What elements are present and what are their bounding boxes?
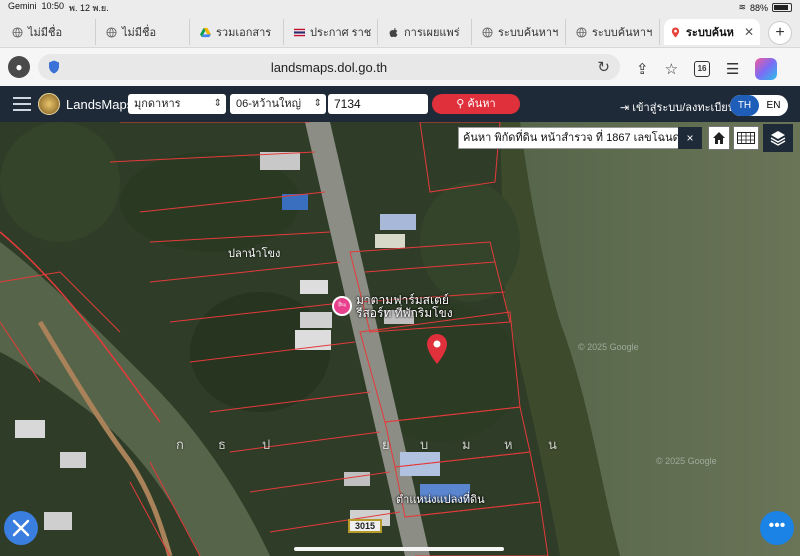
browser-tab[interactable]: ระบบค้นหาฯ xyxy=(570,19,660,45)
poi-label-line-2: รีสอร์ท ที่พักริมโขง xyxy=(356,306,453,320)
tab-label: ไม่มีชื่อ xyxy=(28,27,63,39)
subdistrict-letter: บ xyxy=(420,437,429,452)
globe-icon xyxy=(106,26,117,38)
province-value: มุกดาหาร xyxy=(134,98,181,110)
battery-icon xyxy=(772,3,792,12)
status-time: 10:50 xyxy=(41,0,65,11)
home-icon xyxy=(713,132,725,144)
brand-name: LandsMaps xyxy=(66,97,134,112)
browser-tab[interactable]: รวมเอกสาร xyxy=(194,19,284,45)
hamburger-menu-icon[interactable] xyxy=(13,97,31,111)
map-watermark: © 2025 Google xyxy=(656,456,717,466)
subdistrict-letter: ม xyxy=(462,437,471,452)
browser-tab[interactable]: ประกาศ ราช xyxy=(288,19,378,45)
browser-tab[interactable]: ระบบค้นหาฯ xyxy=(476,19,566,45)
profile-avatar-icon[interactable]: ● xyxy=(8,56,30,78)
subdistrict-letter: ห xyxy=(504,437,513,452)
home-indicator xyxy=(294,547,504,551)
login-icon: ⇥ xyxy=(620,102,630,114)
url-text: landsmaps.dol.go.th xyxy=(270,59,388,75)
globe-icon xyxy=(482,26,493,38)
carrier-label: Gemini xyxy=(8,0,37,11)
language-toggle[interactable]: TH EN xyxy=(730,95,788,116)
location-pin-icon xyxy=(671,26,680,38)
login-label: เข้าสู่ระบบ/ลงทะเบียน xyxy=(632,102,736,114)
place-label: ปลานำโขง xyxy=(228,248,281,260)
app-header: LandsMaps มุกดาหาร ⇕ 06-หว้านใหญ่ ⇕ 7134… xyxy=(0,86,800,122)
map-watermark: © 2025 Google xyxy=(578,342,639,352)
marker-label: ตำแหน่งแปลงที่ดิน xyxy=(396,494,485,506)
tab-label: ระบบค้นหาฯ xyxy=(498,27,559,39)
layers-button[interactable] xyxy=(763,124,793,152)
tab-label: ประกาศ ราช xyxy=(310,27,372,39)
new-tab-button[interactable]: + xyxy=(768,21,792,45)
address-bar-row: ● landsmaps.dol.go.th ↻ ⇪ ☆ 16 ☰ xyxy=(0,48,800,86)
reload-icon[interactable]: ↻ xyxy=(597,58,610,76)
globe-icon xyxy=(576,26,587,38)
lang-th-option[interactable]: TH xyxy=(730,95,759,116)
poi-label[interactable]: มาตามฟาร์มสเตย์ รีสอร์ท ที่พักริมโขง xyxy=(356,294,453,320)
tools-icon xyxy=(12,519,30,537)
lang-en-option[interactable]: EN xyxy=(759,95,788,116)
bookmark-star-icon[interactable]: ☆ xyxy=(665,60,678,78)
menu-icon[interactable]: ☰ xyxy=(726,60,739,78)
satellite-map[interactable]: ปลานำโขง 🛏 มาตามฟาร์มสเตย์ รีสอร์ท ที่พั… xyxy=(0,122,800,556)
browser-tab-bar: ไม่มีชื่อ ไม่มีชื่อ รวมเอกสาร ประกาศ ราช… xyxy=(0,15,800,48)
tools-fab-button[interactable] xyxy=(4,511,38,545)
chevron-updown-icon: ⇕ xyxy=(313,98,322,109)
subdistrict-letter: ธ xyxy=(218,437,226,452)
login-link[interactable]: ⇥ เข้าสู่ระบบ/ลงทะเบียน xyxy=(620,98,735,116)
province-select[interactable]: มุกดาหาร ⇕ xyxy=(128,94,226,114)
drive-icon xyxy=(200,27,211,37)
browser-tab[interactable]: ไม่มีชื่อ xyxy=(100,19,190,45)
tab-label: ไม่มีชื่อ xyxy=(122,27,157,39)
close-info-button[interactable]: × xyxy=(678,127,702,149)
tab-label: รวมเอกสาร xyxy=(216,27,272,39)
shield-icon[interactable] xyxy=(48,60,60,74)
search-result-info: ค้นหา พิกัดที่ดิน หน้าสำรวจ ที่ 1867 เลข… xyxy=(458,127,702,149)
status-date: พ. 12 พ.ย. xyxy=(69,2,109,13)
tab-label: การเผยแพร่ xyxy=(404,27,460,39)
poi-hotel-icon[interactable]: 🛏 xyxy=(332,296,352,316)
tab-count-button[interactable]: 16 xyxy=(694,61,711,77)
browser-tab-active[interactable]: ระบบค้นห ✕ xyxy=(664,19,760,45)
browser-tab[interactable]: ไม่มีชื่อ xyxy=(6,19,96,45)
district-select[interactable]: 06-หว้านใหญ่ ⇕ xyxy=(230,94,326,114)
status-bar: Gemini 10:50 พ. 12 พ.ย. ≋ 88% xyxy=(0,0,800,15)
home-button[interactable] xyxy=(708,126,730,150)
tab-label: ระบบค้นห xyxy=(686,27,734,39)
tab-label: ระบบค้นหาฯ xyxy=(592,27,653,39)
copilot-icon[interactable] xyxy=(755,58,778,80)
search-button-label: ค้นหา xyxy=(467,98,496,110)
close-tab-icon[interactable]: ✕ xyxy=(744,25,754,39)
subdistrict-letter: ป xyxy=(262,437,271,452)
more-options-button[interactable]: ••• xyxy=(760,511,794,545)
dol-logo xyxy=(38,93,60,115)
search-icon: ⚲ xyxy=(456,98,465,110)
subdistrict-letter: น xyxy=(548,437,557,452)
chevron-updown-icon: ⇕ xyxy=(213,98,222,109)
district-value: 06-หว้านใหญ่ xyxy=(236,98,302,110)
wifi-icon: ≋ xyxy=(738,2,746,12)
address-field[interactable]: landsmaps.dol.go.th ↻ xyxy=(38,54,620,80)
grid-toggle-button[interactable] xyxy=(733,126,759,150)
apple-icon xyxy=(389,27,398,37)
search-button[interactable]: ⚲ ค้นหา xyxy=(432,94,520,114)
subdistrict-letter: ย xyxy=(382,437,390,452)
parcel-number-input[interactable]: 7134 xyxy=(328,94,428,114)
layers-icon xyxy=(770,131,786,146)
browser-tab[interactable]: การเผยแพร่ xyxy=(382,19,472,45)
globe-icon xyxy=(12,26,23,38)
grid-icon xyxy=(737,132,755,144)
road-number-badge: 3015 xyxy=(348,519,382,533)
share-icon[interactable]: ⇪ xyxy=(636,60,649,78)
subdistrict-letter: ก xyxy=(176,437,184,452)
more-dots-icon: ••• xyxy=(768,517,786,534)
battery-percent: 88% xyxy=(749,2,768,13)
flag-icon xyxy=(294,28,305,36)
